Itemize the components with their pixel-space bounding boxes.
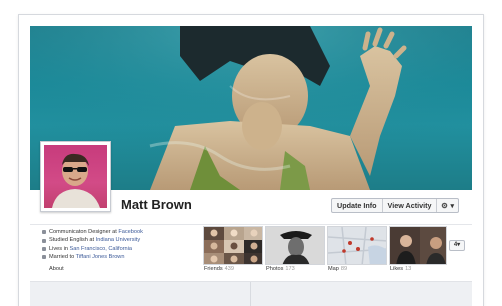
tile-label-text: Likes [390,266,404,272]
tile-label-text: Photos [266,266,284,272]
tile-label-text: Map [328,266,339,272]
tile-label-text: Friends [204,266,223,272]
tile-count: 173 [285,266,295,272]
gear-icon [442,202,448,209]
more-apps-button[interactable]: 4▾ [449,240,465,251]
chevron-down-icon: ▾ [457,242,461,248]
about-item-location: Lives in San Francisco, California [42,245,202,253]
photos-tile[interactable] [265,226,325,265]
profile-actions: Update Info View Activity ▾ [331,198,460,213]
heart-icon [42,255,46,260]
friends-tile[interactable] [203,226,263,265]
about-item-prefix: Lives in [49,245,70,252]
settings-button[interactable]: ▾ [437,199,458,212]
briefcase-icon [42,230,46,235]
about-item-link[interactable]: Facebook [118,229,143,235]
about-item-work: Communicaton Designer at Facebook [42,228,202,236]
about-item-education: Studied English at Indiana University [42,236,202,244]
home-icon [42,247,46,252]
about-item-link[interactable]: Tiffani Jones Brown [76,254,125,260]
tile-count: 439 [224,266,234,272]
view-activity-button[interactable]: View Activity [383,199,438,212]
about-item-relationship: Married to Tiffani Jones Brown [42,253,202,261]
tile-count: 13 [405,266,412,272]
about-item-text: Married to Tiffani Jones Brown [49,253,124,261]
tile-count: 89 [340,266,348,272]
about-item-prefix: Studied English at [49,237,96,244]
likes-preview-image [390,227,446,264]
about-item-prefix: Married to [49,254,76,261]
likes-tile-label[interactable]: Likes 13 [390,266,411,272]
map-preview-image [328,227,386,264]
timeline-columns [30,282,472,306]
about-list: Communicaton Designer at Facebook Studie… [42,228,202,262]
map-tile[interactable] [327,226,387,265]
avatar [52,153,100,208]
chevron-down-icon: ▾ [450,201,455,210]
map-tile-label[interactable]: Map 89 [328,266,347,272]
likes-tile[interactable] [389,226,447,265]
about-item-text: Studied English at Indiana University [49,236,140,244]
profile-name: Matt Brown [121,197,192,212]
friends-tile-label[interactable]: Friends 439 [204,266,234,272]
update-info-button[interactable]: Update Info [332,199,383,212]
about-item-link[interactable]: Indiana University [96,237,140,243]
about-item-text: Communicaton Designer at Facebook [49,228,143,236]
about-item-prefix: Communicaton Designer at [49,229,119,235]
about-tab-label[interactable]: About [49,266,64,272]
about-item-text: Lives in San Francisco, California [49,245,132,253]
about-item-link[interactable]: San Francisco, California [70,246,133,252]
graduation-cap-icon [42,238,46,243]
photos-preview-image [266,227,324,264]
profile-picture[interactable] [40,141,111,212]
timeline-spine [250,282,251,306]
friends-grid-image [204,227,262,264]
photos-tile-label[interactable]: Photos 173 [266,266,295,272]
